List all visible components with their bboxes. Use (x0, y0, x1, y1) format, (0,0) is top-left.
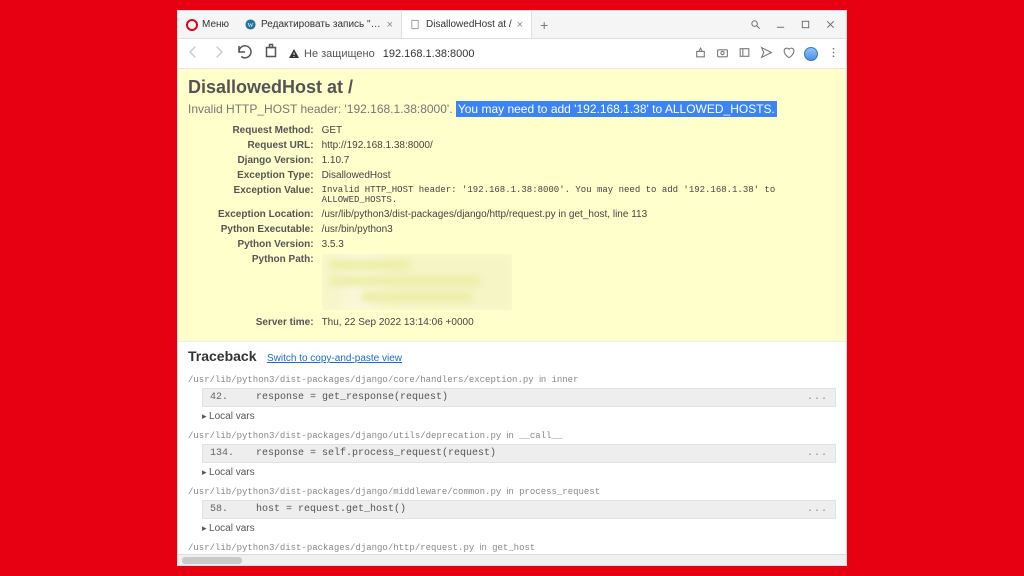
traceback-frame: /usr/lib/python3/dist-packages/django/ht… (188, 542, 836, 554)
expand-icon: ... (807, 448, 828, 459)
browser-window: Меню W Редактировать запись "П... × Disa… (178, 11, 846, 565)
profile-avatar[interactable] (804, 47, 818, 61)
local-vars-toggle[interactable]: Local vars (202, 523, 836, 534)
wordpress-icon: W (245, 19, 256, 30)
error-message-highlight: You may need to add '192.168.1.38' to AL… (456, 101, 777, 117)
frame-location: /usr/lib/python3/dist-packages/django/ht… (188, 542, 836, 553)
svg-text:W: W (248, 22, 255, 29)
meta-label: Request Method: (218, 124, 320, 137)
send-icon[interactable] (760, 46, 773, 62)
expand-icon: ... (807, 392, 828, 403)
meta-value: GET (322, 124, 834, 137)
local-vars-toggle[interactable]: Local vars (202, 467, 836, 478)
opera-logo-icon (186, 19, 198, 31)
error-message: Invalid HTTP_HOST header: '192.168.1.38:… (188, 102, 836, 116)
toolbar-right (694, 46, 840, 62)
code-line[interactable]: 42.response = get_response(request)... (202, 388, 836, 407)
meta-value: DisallowedHost (322, 169, 834, 182)
new-tab-button[interactable]: + (532, 17, 556, 33)
meta-label: Django Version: (218, 154, 320, 167)
horizontal-scrollbar[interactable] (178, 554, 846, 565)
reload-button[interactable] (236, 43, 254, 64)
tab-label: DisallowedHost at / (426, 19, 512, 30)
close-tab-icon[interactable]: × (517, 19, 523, 31)
error-message-plain: Invalid HTTP_HOST header: '192.168.1.38:… (188, 102, 456, 116)
meta-label: Exception Value: (218, 184, 320, 206)
error-summary: DisallowedHost at / Invalid HTTP_HOST he… (178, 69, 846, 342)
close-tab-icon[interactable]: × (387, 19, 393, 31)
code-line[interactable]: 58.host = request.get_host()... (202, 500, 836, 519)
meta-label: Exception Location: (218, 208, 320, 221)
meta-value: http://192.168.1.38:8000/ (322, 139, 834, 152)
forward-button[interactable] (210, 43, 228, 64)
meta-value: Thu, 22 Sep 2022 13:14:06 +0000 (322, 316, 834, 329)
meta-value: 1.10.7 (322, 154, 834, 167)
code-line[interactable]: 134.response = self.process_request(requ… (202, 444, 836, 463)
traceback-frame: /usr/lib/python3/dist-packages/django/co… (188, 374, 836, 422)
page-content[interactable]: DisallowedHost at / Invalid HTTP_HOST he… (178, 69, 846, 554)
meta-value: /usr/bin/python3 (322, 223, 834, 236)
error-title: DisallowedHost at / (188, 77, 836, 98)
traceback-heading: Traceback (188, 348, 257, 364)
frame-location: /usr/lib/python3/dist-packages/django/co… (188, 374, 836, 385)
security-indicator[interactable]: Не защищено (288, 48, 375, 60)
browser-menu-button[interactable]: Меню (178, 11, 237, 38)
meta-label: Request URL: (218, 139, 320, 152)
meta-label: Exception Type: (218, 169, 320, 182)
tab-wordpress[interactable]: W Редактировать запись "П... × (237, 11, 402, 38)
meta-value: 3.5.3 (322, 238, 834, 251)
share-icon[interactable] (694, 46, 707, 62)
tab-strip: Меню W Редактировать запись "П... × Disa… (178, 11, 846, 39)
extensions-icon[interactable] (262, 43, 280, 64)
sidebar-icon[interactable] (738, 46, 751, 62)
error-meta-table: Request Method:GET Request URL:http://19… (216, 122, 836, 331)
meta-value: /usr/lib/python3/dist-packages/django/ht… (322, 208, 834, 221)
search-icon[interactable] (750, 19, 761, 30)
frame-location: /usr/lib/python3/dist-packages/django/mi… (188, 486, 836, 497)
traceback-section: Traceback Switch to copy-and-paste view … (178, 342, 846, 554)
meta-value: Invalid HTTP_HOST header: '192.168.1.38:… (322, 184, 834, 206)
meta-label: Server time: (218, 316, 320, 329)
tab-django-error[interactable]: DisallowedHost at / × (402, 11, 532, 38)
tab-label: Редактировать запись "П... (261, 19, 382, 30)
menu-label: Меню (202, 19, 229, 30)
address-bar: Не защищено 192.168.1.38:8000 (178, 39, 846, 69)
traceback-frame: /usr/lib/python3/dist-packages/django/mi… (188, 486, 836, 534)
url-text[interactable]: 192.168.1.38:8000 (383, 48, 475, 60)
scrollbar-thumb[interactable] (182, 557, 242, 564)
switch-view-link[interactable]: Switch to copy-and-paste view (267, 353, 402, 364)
back-button[interactable] (184, 43, 202, 64)
screenshot-icon[interactable] (716, 46, 729, 62)
meta-label: Python Executable: (218, 223, 320, 236)
window-controls (740, 19, 846, 30)
frame-location: /usr/lib/python3/dist-packages/django/ut… (188, 430, 836, 441)
local-vars-toggle[interactable]: Local vars (202, 411, 836, 422)
python-path-redacted (322, 253, 834, 314)
blank-page-icon (410, 19, 421, 30)
traceback-frame: /usr/lib/python3/dist-packages/django/ut… (188, 430, 836, 478)
meta-label: Python Version: (218, 238, 320, 251)
maximize-icon[interactable] (800, 19, 811, 30)
heart-icon[interactable] (782, 46, 795, 62)
close-window-icon[interactable] (825, 19, 836, 30)
kebab-menu-icon[interactable] (827, 46, 840, 62)
security-label: Не защищено (304, 48, 375, 60)
meta-label: Python Path: (218, 253, 320, 314)
expand-icon: ... (807, 504, 828, 515)
minimize-icon[interactable] (775, 19, 786, 30)
